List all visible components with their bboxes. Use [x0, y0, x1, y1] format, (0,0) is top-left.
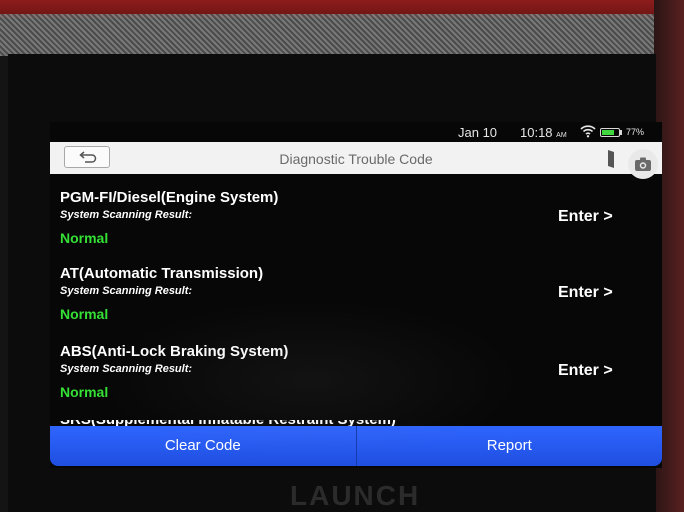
- camera-button[interactable]: [628, 149, 658, 179]
- enter-button[interactable]: Enter >: [558, 284, 613, 302]
- camera-icon: [635, 157, 651, 171]
- device-screen: Jan 10 10:18 AM 77% Diagnostic Trouble C…: [50, 122, 662, 468]
- scan-status: Normal: [60, 306, 109, 322]
- list-item: ABS(Anti-Lock Braking System) System Sca…: [50, 340, 662, 418]
- battery-fill: [602, 130, 614, 135]
- status-date: Jan 10: [458, 125, 498, 140]
- device-brand-logo: LAUNCH: [290, 480, 421, 511]
- device-grille: [0, 14, 684, 56]
- enter-button[interactable]: Enter >: [558, 208, 613, 226]
- battery-tip: [620, 130, 622, 135]
- scan-status: Normal: [60, 230, 109, 246]
- bottom-action-bar: Clear Code Report: [50, 426, 662, 466]
- enter-button[interactable]: Enter >: [558, 362, 613, 380]
- scan-result-label: System Scanning Result:: [60, 363, 193, 375]
- scan-status: Normal: [60, 384, 109, 400]
- screenshot-icon: [608, 150, 614, 168]
- scan-result-label: System Scanning Result:: [60, 285, 193, 297]
- battery-percent: 77%: [626, 127, 645, 137]
- title-bar: Diagnostic Trouble Code: [50, 142, 662, 174]
- status-ampm: AM: [556, 132, 567, 139]
- wifi-icon: [580, 124, 596, 141]
- battery-icon: [600, 128, 620, 137]
- screenshot-button[interactable]: [600, 146, 626, 170]
- status-time-value: 10:18: [520, 125, 553, 140]
- page-title: Diagnostic Trouble Code: [279, 151, 433, 167]
- status-time: 10:18 AM: [520, 125, 567, 140]
- status-bar: Jan 10 10:18 AM 77%: [50, 122, 662, 142]
- clear-code-button[interactable]: Clear Code: [50, 426, 357, 466]
- scan-result-label: System Scanning Result:: [60, 209, 193, 221]
- system-name: PGM-FI/Diesel(Engine System): [60, 189, 279, 206]
- report-button[interactable]: Report: [356, 426, 662, 466]
- list-item: AT(Automatic Transmission) System Scanni…: [50, 262, 662, 340]
- list-item: PGM-FI/Diesel(Engine System) System Scan…: [50, 186, 662, 264]
- system-name: ABS(Anti-Lock Braking System): [60, 343, 289, 360]
- system-name: AT(Automatic Transmission): [60, 265, 264, 282]
